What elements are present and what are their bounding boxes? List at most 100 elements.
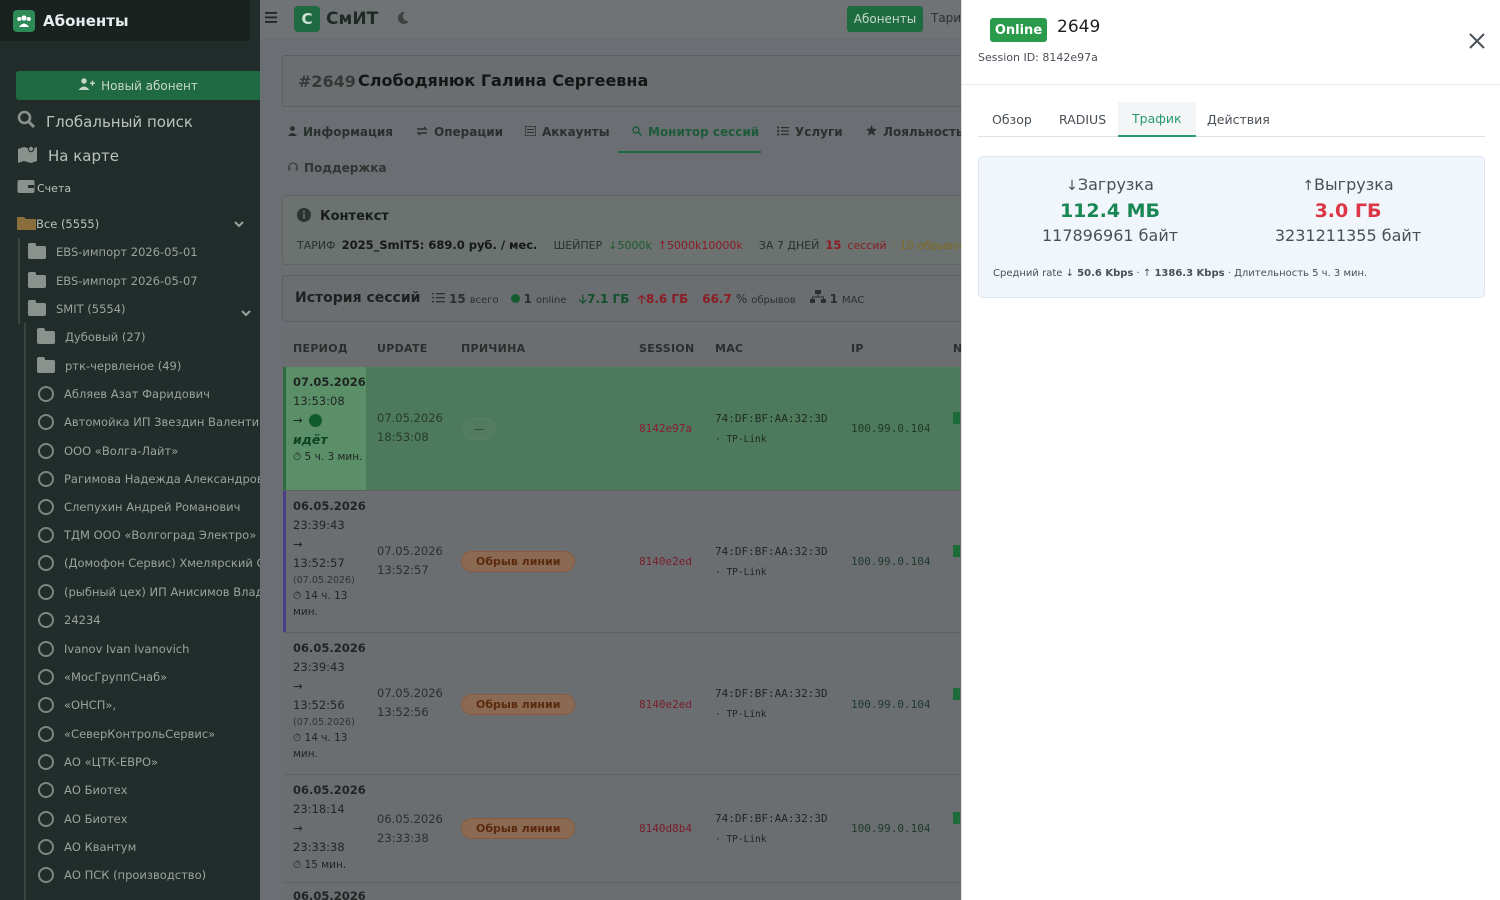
rate-up: 1386.3 Kbps	[1154, 268, 1225, 279]
tab-accounts[interactable]: Аккаунты	[524, 125, 610, 139]
ip-cell[interactable]: 100.99.0.104	[851, 822, 930, 835]
subscriber-item[interactable]: «МосГруппСнаб»	[0, 663, 260, 691]
new-subscriber-button[interactable]: Новый абонент	[16, 71, 260, 100]
session-id-cell[interactable]: 8140e2ed	[639, 698, 692, 711]
global-search-link[interactable]: Глобальный поиск	[17, 110, 193, 133]
vendor-cell: · TP-Link	[715, 709, 767, 720]
mac-cell[interactable]: 74:DF:BF:AA:32:3D	[715, 687, 828, 700]
tab-info[interactable]: Информация	[288, 125, 393, 139]
status-circle-icon	[38, 839, 54, 855]
ip-cell[interactable]: 100.99.0.104	[851, 422, 930, 435]
stopwatch-icon: ⏱	[293, 859, 302, 871]
folder-label: EBS-импорт 2026-05-07	[56, 274, 198, 288]
on-map-link[interactable]: На карте	[17, 144, 119, 167]
reason-badge: Обрыв линии	[461, 694, 576, 715]
row-indicator	[283, 491, 286, 632]
session-id-cell[interactable]: 8140d8b4	[639, 822, 692, 835]
subscriber-item[interactable]: АО «ЦТК-ЕВРО»	[0, 748, 260, 776]
folder-item[interactable]: Дубовый (27)	[0, 323, 260, 351]
subscriber-item[interactable]: ООО «Волга-Лайт»	[0, 437, 260, 465]
subscriber-item[interactable]: АО Квантум	[0, 833, 260, 861]
folder-item[interactable]: EBS-импорт 2026-05-07	[0, 267, 260, 295]
subscriber-item[interactable]: ТДМ ООО «Волгоград Электро»	[0, 521, 260, 549]
subscriber-label: (Домофон Сервис) Хмелярский Се...	[64, 556, 260, 570]
subscriber-label: 24234	[64, 613, 101, 627]
tab-overview[interactable]: Обзор	[978, 102, 1046, 137]
subscriber-item[interactable]: «СеверКонтрольСервис»	[0, 720, 260, 748]
folder-icon	[28, 242, 46, 259]
tab-services[interactable]: Услуги	[777, 125, 843, 139]
duration-value: 5 ч. 3 мин.	[304, 451, 363, 463]
new-subscriber-label: Новый абонент	[101, 78, 198, 93]
status-circle-icon	[38, 669, 54, 685]
rate-duration: · Длительность 5 ч. 3 мин.	[1227, 268, 1368, 279]
subscriber-label: ТДМ ООО «Волгоград Электро»	[64, 528, 257, 542]
folder-item[interactable]: EBS-импорт 2026-05-01	[0, 238, 260, 266]
col-ip[interactable]: IP	[851, 342, 864, 355]
brand-logo[interactable]: С	[294, 6, 320, 32]
accounts-link[interactable]: Счета	[17, 179, 71, 197]
exchange-icon	[416, 125, 428, 139]
subscriber-item[interactable]: АО Биотех	[0, 805, 260, 833]
panel-title: 2649	[1057, 17, 1101, 37]
shaper-down-value: 5000k	[617, 239, 652, 252]
tab-traffic[interactable]: Трафик	[1118, 102, 1196, 137]
user-icon	[288, 125, 297, 139]
ip-cell[interactable]: 100.99.0.104	[851, 555, 930, 568]
start-date: 06.05.2026	[293, 641, 366, 655]
col-period[interactable]: ПЕРИОД	[293, 342, 348, 355]
session-id-cell[interactable]: 8140e2ed	[639, 555, 692, 568]
subscriber-item[interactable]: АО ПСК (производство)	[0, 861, 260, 889]
subscriber-item[interactable]: АО Биотех	[0, 776, 260, 804]
chevron-down-icon[interactable]	[234, 217, 244, 231]
reason-badge: Обрыв линии	[461, 818, 576, 839]
network-icon	[809, 290, 826, 306]
sessions-word: сессий	[847, 239, 887, 252]
subscriber-item[interactable]: Ivanov Ivan Ivanovich	[0, 635, 260, 663]
star-icon	[866, 125, 877, 139]
col-reason[interactable]: ПРИЧИНА	[461, 342, 525, 355]
col-session[interactable]: SESSION	[639, 342, 695, 355]
rate-mid: · ↑	[1136, 268, 1152, 279]
tab-loyalty[interactable]: Лояльность	[866, 125, 963, 139]
tab-radius[interactable]: RADIUS	[1045, 102, 1120, 137]
col-update[interactable]: UPDATE	[377, 342, 428, 355]
subscriber-item[interactable]: Абляев Азат Фаридович	[0, 380, 260, 408]
subscriber-item[interactable]: (рыбный цех) ИП Анисимов Влади...	[0, 578, 260, 606]
subscriber-item[interactable]: 24234	[0, 606, 260, 634]
history-stats: 15 всего 1 online 🡣7.1 ГБ 🡡8.6 ГБ 66.7 %…	[432, 290, 864, 311]
folder-item[interactable]: ртк-червленое (49)	[0, 352, 260, 380]
duration: ⏱ 14 ч. 13 мин.	[293, 730, 365, 762]
folder-label: Дубовый (27)	[65, 330, 146, 344]
subscriber-item[interactable]: «ОНСП»,	[0, 691, 260, 719]
mac-cell[interactable]: 74:DF:BF:AA:32:3D	[715, 812, 828, 825]
add-user-icon	[78, 78, 96, 93]
folder-item[interactable]: SMIT (5554)	[0, 295, 260, 323]
subscriber-item[interactable]: Слепухин Андрей Романович	[0, 493, 260, 521]
tab-operations[interactable]: Операции	[416, 125, 503, 139]
session-id-cell[interactable]: 8142e97a	[639, 422, 692, 435]
tab-label: Монитор сессий	[648, 125, 760, 139]
mac-cell[interactable]: 74:DF:BF:AA:32:3D	[715, 545, 828, 558]
subscriber-item[interactable]: Автомойка ИП Звездин Валентин ...	[0, 408, 260, 436]
tab-support[interactable]: Поддержка	[288, 161, 387, 175]
hamburger-icon[interactable]	[265, 12, 277, 27]
brand-name[interactable]: СмИТ	[326, 9, 378, 29]
folder-icon	[17, 215, 36, 233]
tab-label: Услуги	[795, 125, 843, 139]
mac-cell[interactable]: 74:DF:BF:AA:32:3D	[715, 412, 828, 425]
subscriber-item[interactable]: (Домофон Сервис) Хмелярский Се...	[0, 549, 260, 577]
average-rate: Средний rate ↓ 50.6 Kbps · ↑ 1386.3 Kbps…	[993, 268, 1367, 279]
nav-tariffs-link[interactable]: Тари	[931, 11, 961, 25]
tab-actions[interactable]: Действия	[1193, 102, 1284, 137]
moon-icon[interactable]	[396, 11, 410, 29]
folder-all[interactable]: Все (5555)	[17, 210, 260, 237]
ip-cell[interactable]: 100.99.0.104	[851, 698, 930, 711]
close-icon[interactable]	[1467, 31, 1487, 51]
chevron-down-icon[interactable]	[241, 306, 251, 320]
nav-subscribers-button[interactable]: Абоненты	[847, 6, 923, 32]
col-mac[interactable]: MAC	[715, 342, 743, 355]
subscriber-item[interactable]: Рагимова Надежда Александровна	[0, 465, 260, 493]
tab-session-monitor[interactable]: Монитор сессий	[632, 125, 759, 139]
table-row[interactable]	[283, 882, 960, 900]
